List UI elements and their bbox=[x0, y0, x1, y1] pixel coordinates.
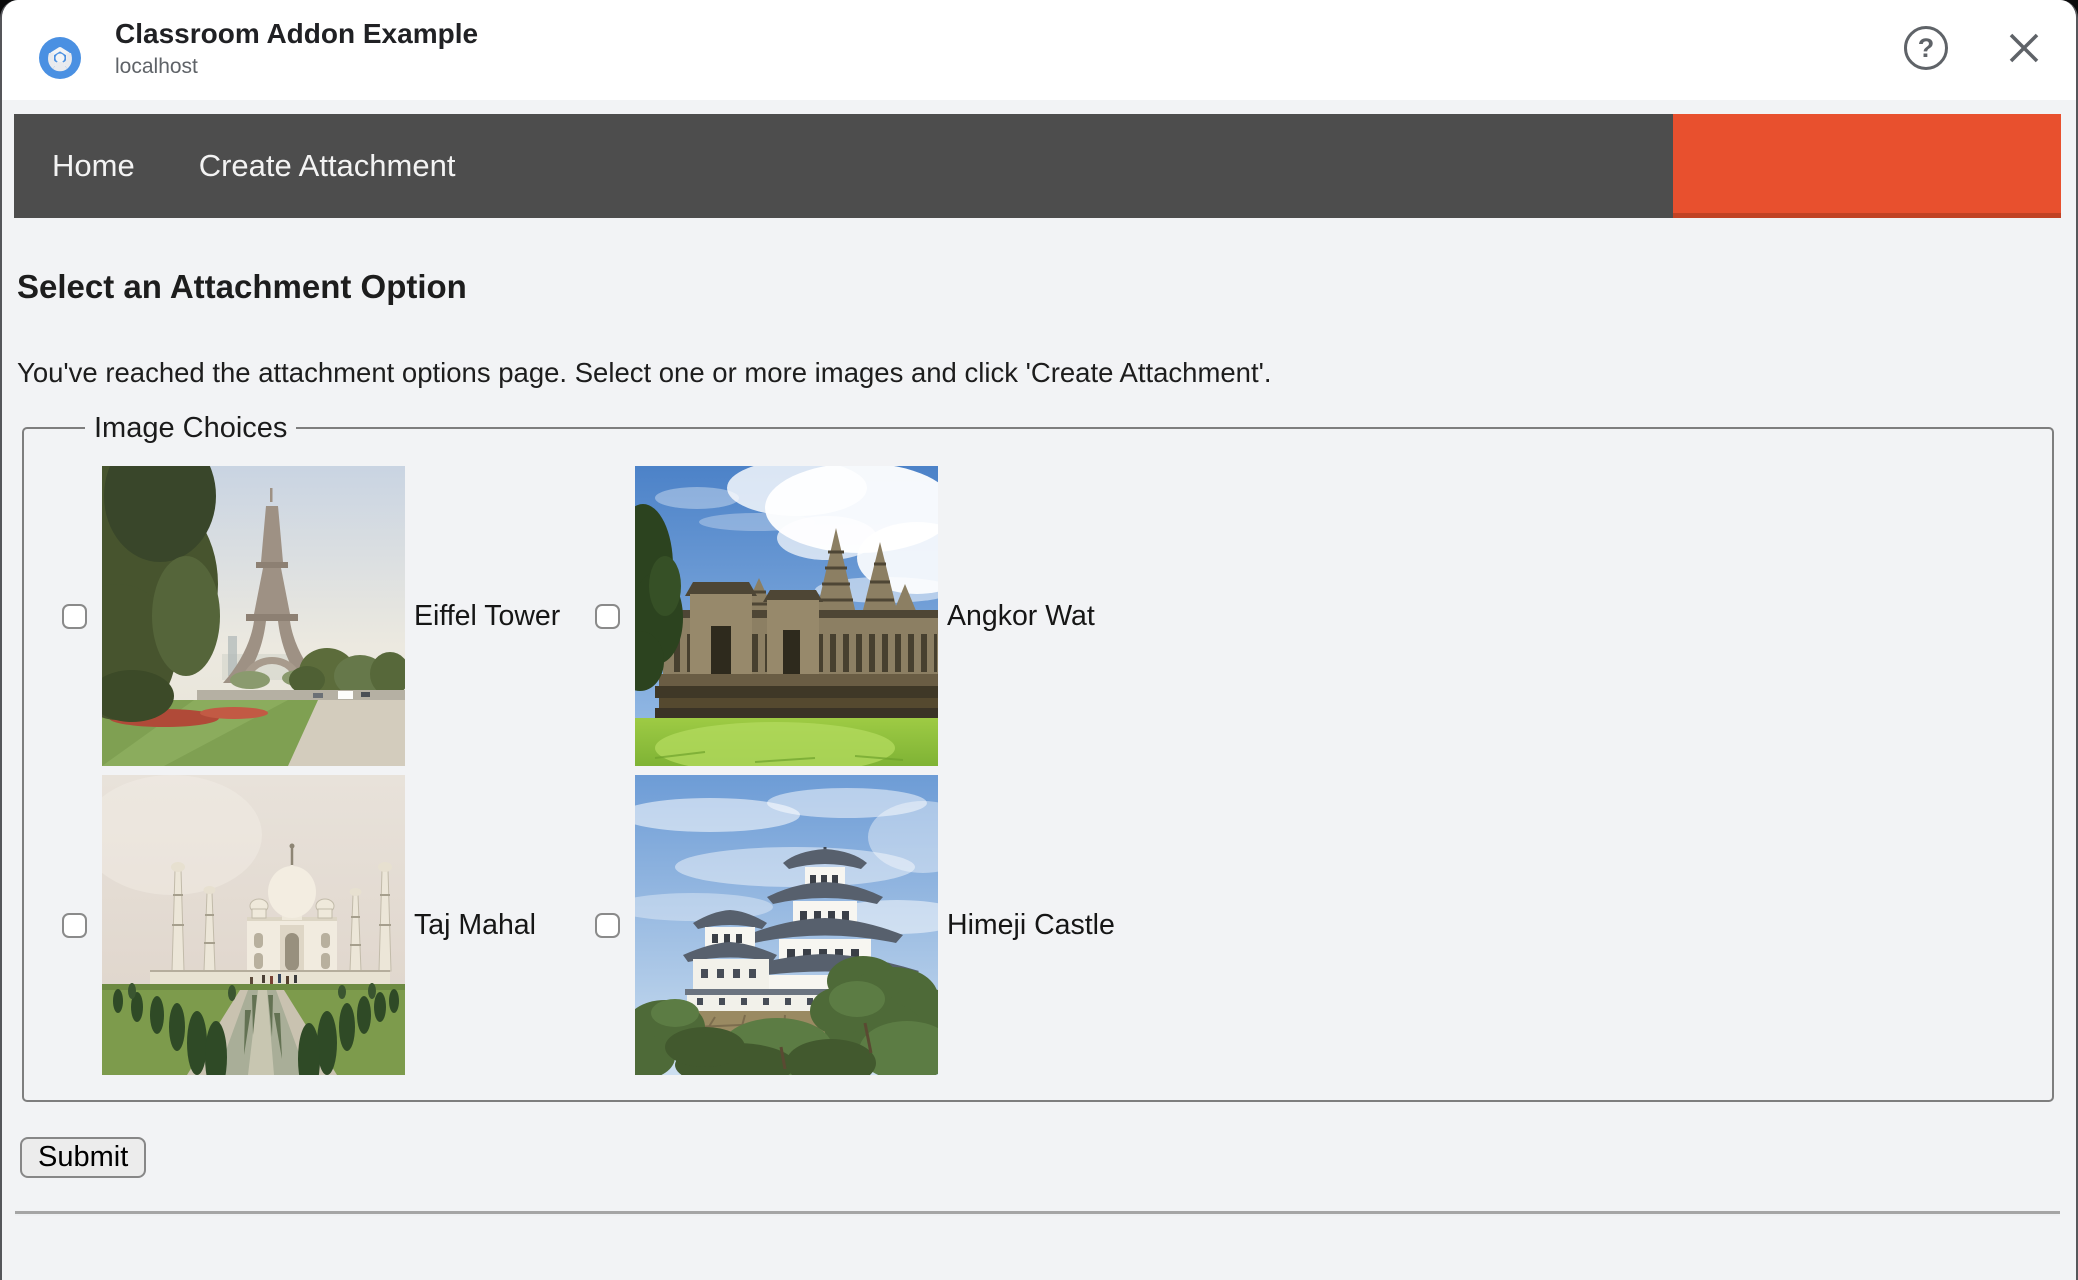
help-icon[interactable]: ? bbox=[1904, 26, 1948, 70]
taj-mahal-checkbox[interactable] bbox=[62, 912, 87, 938]
nav-home-link[interactable]: Home bbox=[52, 148, 135, 184]
dialog-header: Classroom Addon Example localhost ? bbox=[2, 0, 2076, 100]
choice-label: Taj Mahal bbox=[414, 908, 536, 941]
dialog-title-block: Classroom Addon Example localhost bbox=[115, 17, 478, 80]
nav-accent-block bbox=[1673, 114, 2061, 218]
dialog-origin: localhost bbox=[115, 55, 198, 78]
taj-mahal-image[interactable] bbox=[102, 775, 405, 1075]
page-title: Select an Attachment Option bbox=[17, 268, 467, 305]
eiffel-tower-image[interactable] bbox=[102, 466, 405, 766]
image-choices-legend: Image Choices bbox=[94, 412, 288, 444]
angkor-wat-checkbox[interactable] bbox=[595, 603, 620, 629]
horizontal-rule bbox=[15, 1211, 2060, 1216]
choice-label: Eiffel Tower bbox=[414, 599, 561, 632]
dialog-title: Classroom Addon Example bbox=[115, 18, 479, 49]
page-description: You've reached the attachment options pa… bbox=[17, 357, 1272, 388]
himeji-castle-image[interactable] bbox=[635, 775, 938, 1075]
image-choices-fieldset: Image Choices Eiffel Tower Angkor Wat Ta… bbox=[22, 410, 2054, 1102]
navbar: Home Create Attachment bbox=[14, 114, 2061, 218]
help-glyph: ? bbox=[1917, 33, 1935, 63]
nav-create-attachment-link[interactable]: Create Attachment bbox=[199, 148, 456, 184]
choice-eiffel-tower[interactable]: Eiffel Tower bbox=[62, 466, 595, 766]
choice-himeji-castle[interactable]: Himeji Castle bbox=[595, 775, 1115, 1075]
submit-button[interactable]: Submit bbox=[20, 1137, 147, 1178]
close-icon[interactable] bbox=[2003, 27, 2045, 69]
classroom-addon-logo-icon bbox=[39, 37, 81, 79]
choice-angkor-wat[interactable]: Angkor Wat bbox=[595, 466, 1095, 766]
choice-row: Taj Mahal Himeji Castle bbox=[62, 775, 2022, 1075]
choice-label: Himeji Castle bbox=[947, 908, 1115, 941]
angkor-wat-image[interactable] bbox=[635, 466, 938, 766]
addon-dialog: Classroom Addon Example localhost ? Home… bbox=[0, 0, 2078, 1280]
choice-taj-mahal[interactable]: Taj Mahal bbox=[62, 775, 595, 1075]
himeji-castle-checkbox[interactable] bbox=[595, 912, 620, 938]
wrench-nut-glyph bbox=[48, 47, 72, 72]
choice-row: Eiffel Tower Angkor Wat bbox=[62, 466, 2022, 766]
choice-label: Angkor Wat bbox=[947, 599, 1095, 632]
eiffel-tower-checkbox[interactable] bbox=[62, 603, 87, 629]
